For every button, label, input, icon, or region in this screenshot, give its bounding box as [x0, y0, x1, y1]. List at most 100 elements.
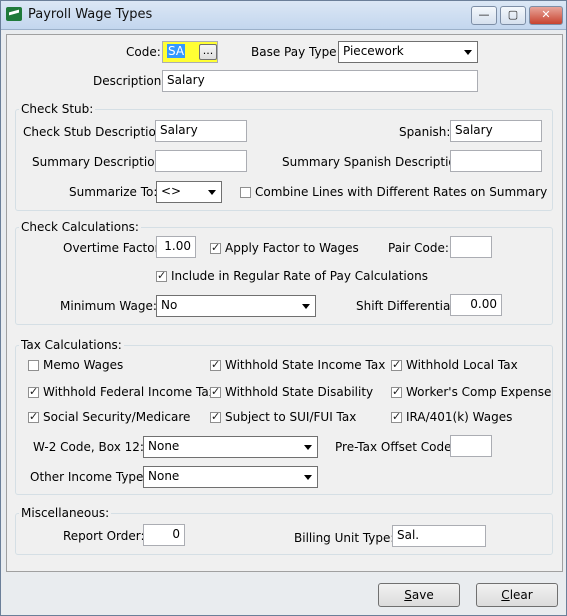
- pair-code-label: Pair Code:: [388, 241, 449, 255]
- summarize-to-value: <>: [161, 184, 182, 198]
- chevron-down-icon: [304, 445, 312, 450]
- description-field[interactable]: Salary: [162, 70, 478, 92]
- miscellaneous-title: Miscellaneous:: [19, 506, 112, 520]
- ira-401k-wages-label: IRA/401(k) Wages: [406, 410, 513, 424]
- maximize-button[interactable]: ▢: [500, 6, 526, 25]
- save-button[interactable]: Save: [378, 583, 460, 607]
- combine-lines-label: Combine Lines with Different Rates on Su…: [255, 185, 548, 199]
- checkbox-box: [28, 360, 39, 371]
- chevron-down-icon: [208, 190, 216, 195]
- withhold-state-disability-checkbox[interactable]: Withhold State Disability: [210, 385, 373, 399]
- subject-sui-fui-label: Subject to SUI/FUI Tax: [225, 410, 357, 424]
- overtime-factor-field[interactable]: 1.00: [156, 236, 196, 258]
- shift-differential-field[interactable]: 0.00: [450, 294, 502, 316]
- clear-mnemonic: C: [501, 588, 510, 602]
- minimize-button[interactable]: —: [471, 6, 497, 25]
- pre-tax-offset-code-label: Pre-Tax Offset Code:: [335, 440, 456, 454]
- w2-code-value: None: [148, 439, 180, 453]
- checkbox-box: [28, 410, 39, 423]
- spanish-field[interactable]: Salary: [450, 120, 542, 142]
- clear-label: lear: [509, 588, 533, 602]
- code-lookup-button[interactable]: ...: [199, 44, 217, 60]
- check-calculations-title: Check Calculations:: [19, 220, 141, 234]
- shift-differential-label: Shift Differential:: [356, 299, 458, 313]
- payroll-wage-types-window: Payroll Wage Types — ▢ ✕ Code: SA ... Ba…: [0, 0, 567, 616]
- base-pay-type-value: Piecework: [343, 44, 404, 58]
- spanish-label: Spanish:: [399, 125, 451, 139]
- withhold-federal-income-tax-label: Withhold Federal Income Tax: [43, 385, 216, 399]
- summary-description-field[interactable]: [155, 150, 247, 172]
- pair-code-field[interactable]: [450, 236, 492, 258]
- base-pay-type-select[interactable]: Piecework: [338, 41, 478, 63]
- combine-lines-checkbox[interactable]: Combine Lines with Different Rates on Su…: [240, 185, 547, 199]
- workers-comp-expense-checkbox[interactable]: Worker's Comp Expense: [391, 385, 551, 399]
- social-security-medicare-label: Social Security/Medicare: [43, 410, 191, 424]
- report-order-field[interactable]: 0: [143, 524, 185, 546]
- overtime-factor-label: Overtime Factor:: [63, 241, 164, 255]
- memo-wages-checkbox[interactable]: Memo Wages: [28, 358, 123, 372]
- close-button[interactable]: ✕: [529, 6, 563, 25]
- window-title: Payroll Wage Types: [28, 7, 153, 22]
- report-order-label: Report Order:: [63, 529, 145, 543]
- chevron-down-icon: [304, 475, 312, 480]
- summarize-to-select[interactable]: <>: [156, 181, 222, 203]
- code-field[interactable]: SA ...: [162, 41, 218, 63]
- minimum-wage-label: Minimum Wage:: [60, 299, 157, 313]
- form-area: Code: SA ... Base Pay Type: Piecework De…: [6, 34, 563, 572]
- withhold-local-tax-label: Withhold Local Tax: [406, 358, 518, 372]
- pre-tax-offset-code-field[interactable]: [450, 435, 492, 457]
- tax-calculations-title: Tax Calculations:: [19, 338, 124, 352]
- chevron-down-icon: [302, 304, 310, 309]
- withhold-local-tax-checkbox[interactable]: Withhold Local Tax: [391, 358, 518, 372]
- base-pay-type-label: Base Pay Type:: [251, 45, 341, 59]
- save-label: ave: [411, 588, 434, 602]
- save-mnemonic: S: [404, 588, 412, 602]
- checkbox-box: [391, 385, 402, 398]
- summary-description-label: Summary Description:: [32, 155, 167, 169]
- include-regular-rate-label: Include in Regular Rate of Pay Calculati…: [171, 269, 428, 283]
- apply-factor-checkbox[interactable]: Apply Factor to Wages: [210, 241, 359, 255]
- memo-wages-label: Memo Wages: [43, 358, 124, 372]
- checkbox-box: [28, 385, 39, 398]
- checkbox-box: [240, 187, 251, 198]
- other-income-type-value: None: [148, 469, 180, 483]
- checkbox-box: [391, 410, 402, 423]
- code-value: SA: [167, 44, 186, 58]
- chevron-down-icon: [464, 50, 472, 55]
- minimum-wage-select[interactable]: No: [156, 295, 316, 317]
- other-income-type-label: Other Income Type:: [30, 470, 148, 484]
- apply-factor-label: Apply Factor to Wages: [225, 241, 359, 255]
- subject-sui-fui-checkbox[interactable]: Subject to SUI/FUI Tax: [210, 410, 356, 424]
- minimum-wage-value: No: [161, 298, 178, 312]
- checkbox-box: [210, 358, 221, 371]
- billing-unit-type-label: Billing Unit Type:: [294, 531, 395, 545]
- summary-spanish-description-field[interactable]: [450, 150, 542, 172]
- checkbox-box: [210, 410, 221, 423]
- app-icon: [6, 7, 22, 21]
- w2-code-label: W-2 Code, Box 12:: [33, 440, 144, 454]
- checkbox-box: [156, 269, 167, 282]
- withhold-state-income-tax-label: Withhold State Income Tax: [225, 358, 386, 372]
- checkbox-box: [210, 241, 221, 254]
- w2-code-select[interactable]: None: [143, 436, 318, 458]
- withhold-state-income-tax-checkbox[interactable]: Withhold State Income Tax: [210, 358, 385, 372]
- summary-spanish-description-label: Summary Spanish Description:: [282, 155, 468, 169]
- billing-unit-type-field[interactable]: Sal.: [392, 525, 486, 547]
- withhold-state-disability-label: Withhold State Disability: [225, 385, 374, 399]
- clear-button[interactable]: Clear: [476, 583, 558, 607]
- check-stub-title: Check Stub:: [19, 102, 96, 116]
- checkbox-box: [210, 385, 221, 398]
- summarize-to-label: Summarize To:: [69, 185, 158, 199]
- description-label: Description:: [93, 74, 166, 88]
- checkbox-box: [391, 358, 402, 371]
- social-security-medicare-checkbox[interactable]: Social Security/Medicare: [28, 410, 190, 424]
- other-income-type-select[interactable]: None: [143, 466, 318, 488]
- ira-401k-wages-checkbox[interactable]: IRA/401(k) Wages: [391, 410, 512, 424]
- workers-comp-expense-label: Worker's Comp Expense: [406, 385, 552, 399]
- check-stub-description-label: Check Stub Description:: [23, 125, 168, 139]
- withhold-federal-income-tax-checkbox[interactable]: Withhold Federal Income Tax: [28, 385, 216, 399]
- check-stub-description-field[interactable]: Salary: [155, 120, 247, 142]
- include-regular-rate-checkbox[interactable]: Include in Regular Rate of Pay Calculati…: [156, 269, 428, 283]
- code-label: Code:: [126, 45, 161, 59]
- title-bar[interactable]: Payroll Wage Types — ▢ ✕: [1, 1, 566, 30]
